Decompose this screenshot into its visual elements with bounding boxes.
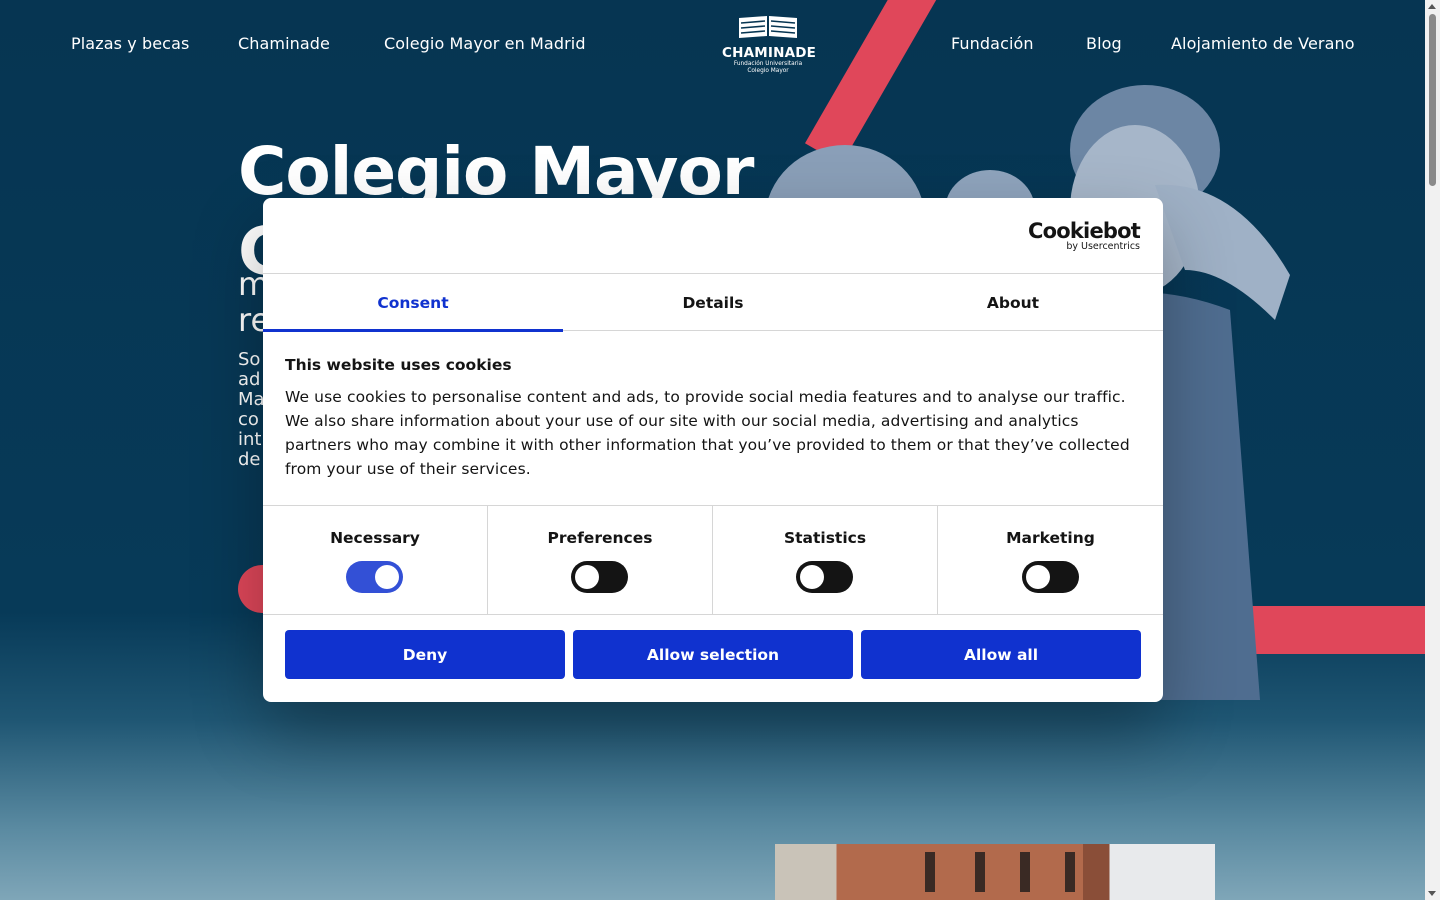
building-photo	[775, 844, 1215, 900]
category-label: Statistics	[783, 529, 867, 547]
scroll-up-icon[interactable]	[1428, 4, 1436, 9]
hero-body-line: co	[238, 409, 259, 430]
category-marketing: Marketing	[938, 506, 1163, 614]
category-necessary: Necessary	[263, 506, 488, 614]
category-preferences: Preferences	[488, 506, 713, 614]
tab-details[interactable]: Details	[563, 274, 863, 331]
logo-brand: CHAMINADE	[722, 45, 817, 61]
nav-plazas-y-becas[interactable]: Plazas y becas	[71, 34, 189, 53]
allow-all-button[interactable]: Allow all	[861, 630, 1141, 679]
tab-about[interactable]: About	[863, 274, 1163, 331]
scroll-down-icon[interactable]	[1428, 891, 1436, 896]
nav-chaminade[interactable]: Chaminade	[238, 34, 330, 53]
nav-blog[interactable]: Blog	[1086, 34, 1122, 53]
consent-categories: Necessary Preferences Statistics Marketi…	[263, 505, 1163, 615]
nav-fundacion[interactable]: Fundación	[951, 34, 1034, 53]
category-statistics: Statistics	[713, 506, 938, 614]
cookiebot-logo[interactable]: Cookiebot by Usercentrics	[1028, 219, 1141, 252]
logo-line1: Fundación Universitaria	[733, 61, 803, 67]
cookiebot-logo-by: by Usercentrics	[1066, 241, 1140, 252]
category-label: Preferences	[547, 529, 653, 547]
logo-line2: Colegio Mayor	[747, 68, 789, 74]
consent-title: This website uses cookies	[285, 356, 512, 374]
category-label: Necessary	[330, 529, 420, 547]
chaminade-logo[interactable]: CHAMINADE Fundación Universitaria Colegi…	[722, 14, 817, 78]
statistics-toggle[interactable]	[796, 561, 853, 593]
nav-colegio-mayor-madrid[interactable]: Colegio Mayor en Madrid	[384, 34, 586, 53]
hero-body-text: So ad Ma co int de	[238, 350, 266, 470]
preferences-toggle[interactable]	[571, 561, 628, 593]
page-scrollbar[interactable]	[1425, 0, 1440, 900]
deny-button[interactable]: Deny	[285, 630, 565, 679]
hero-body-line: Ma	[238, 389, 265, 410]
hero-body-line: So	[238, 350, 261, 370]
scroll-thumb[interactable]	[1429, 14, 1436, 186]
dialog-header: Cookiebot by Usercentrics	[263, 198, 1163, 274]
dialog-tabs: Consent Details About	[263, 274, 1163, 332]
consent-text: We use cookies to personalise content an…	[285, 388, 1130, 478]
tab-consent[interactable]: Consent	[263, 274, 563, 332]
necessary-toggle[interactable]	[346, 561, 403, 593]
allow-selection-button[interactable]: Allow selection	[573, 630, 853, 679]
hero-body-line: de	[238, 449, 261, 470]
marketing-toggle[interactable]	[1021, 561, 1079, 593]
cookiebot-logo-name: Cookiebot	[1028, 219, 1141, 243]
nav-alojamiento-verano[interactable]: Alojamiento de Verano	[1171, 34, 1355, 53]
dialog-buttons: Deny Allow selection Allow all	[285, 630, 1141, 679]
category-label: Marketing	[1006, 529, 1095, 547]
hero-body-line: ad	[238, 369, 261, 390]
hero-body-line: int	[238, 429, 262, 450]
cookie-consent-dialog: Cookiebot by Usercentrics Consent Detail…	[263, 198, 1163, 702]
book-icon	[739, 16, 797, 38]
